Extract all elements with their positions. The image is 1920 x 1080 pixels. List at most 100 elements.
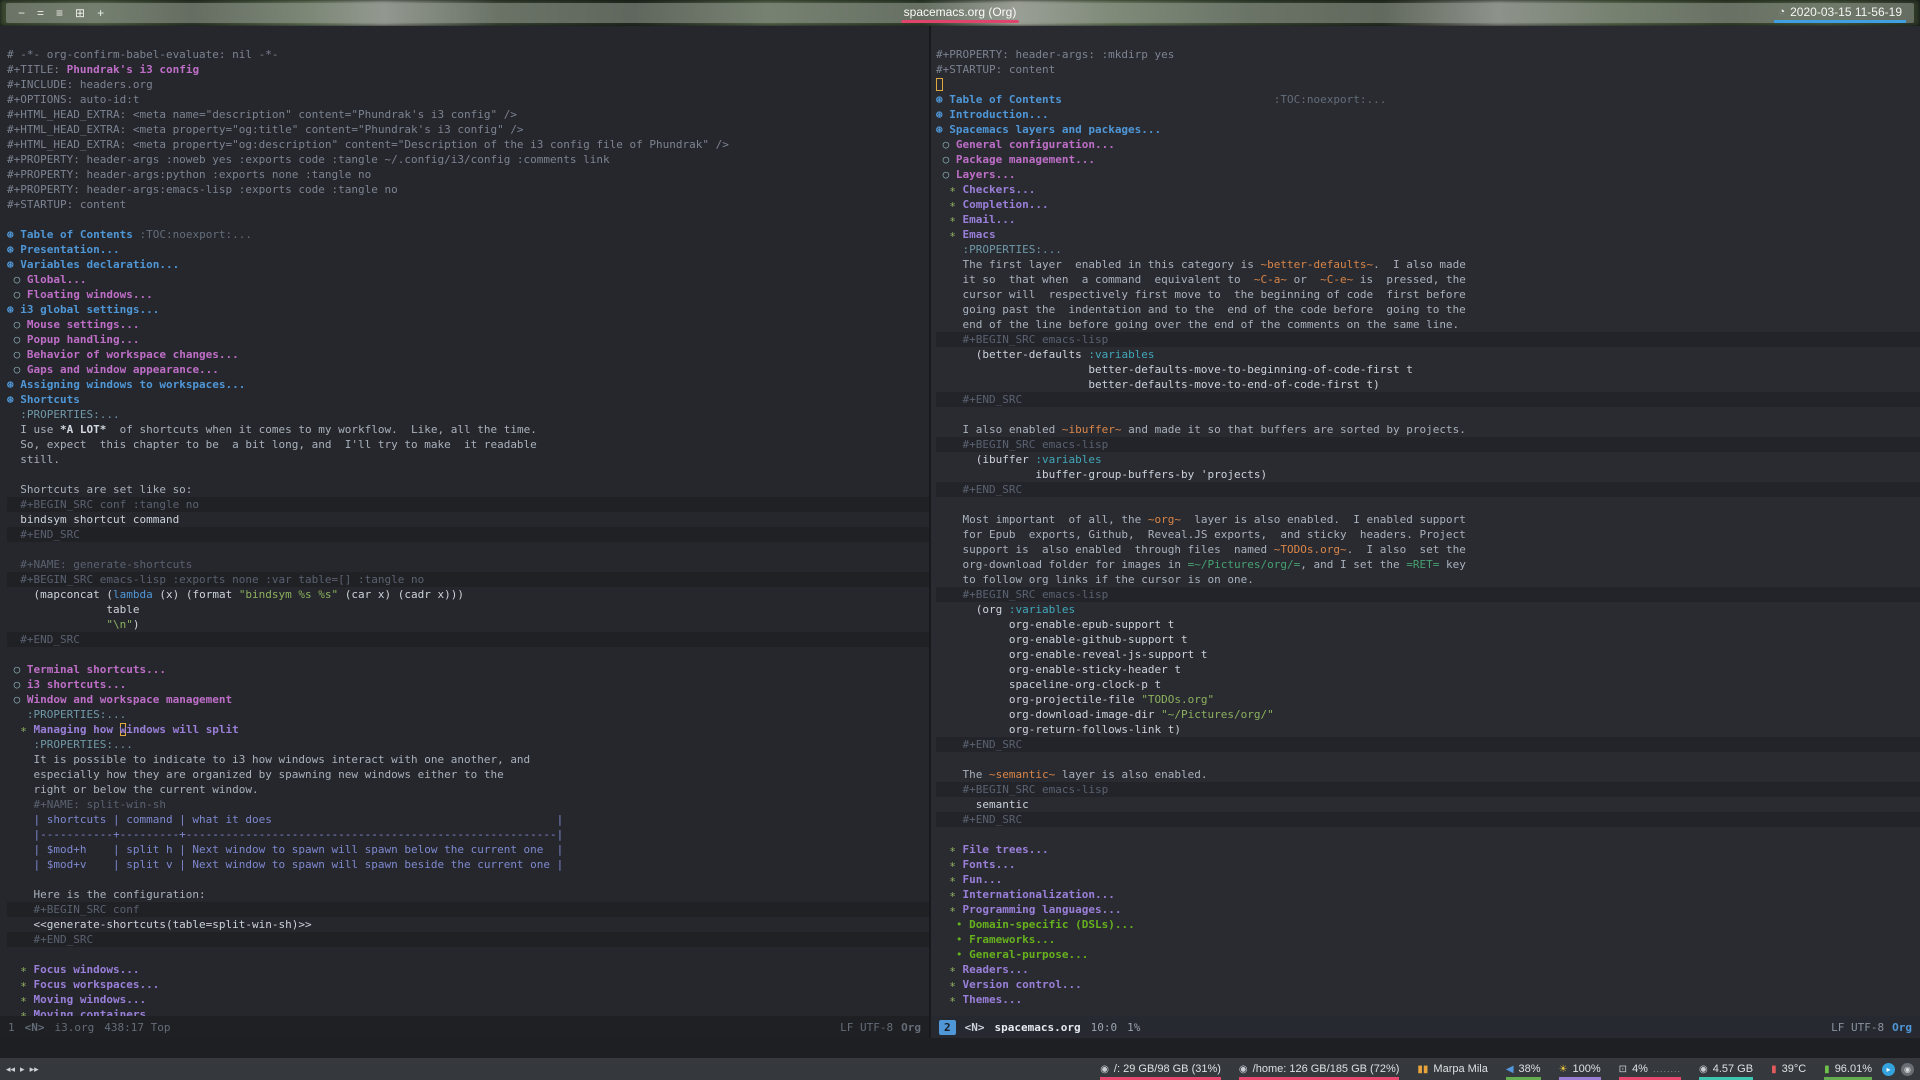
editor-line: Most important of all, the ~org~ layer i…: [936, 513, 1466, 526]
music-equalizer-icon: ▮▮: [1417, 1063, 1429, 1075]
editor-line: org-projectile-file "TODOs.org": [936, 693, 1215, 706]
volume-module[interactable]: ◀ 38%: [1505, 1058, 1541, 1080]
disk-home-module-text: /home: 126 GB/185 GB (72%): [1252, 1063, 1400, 1075]
editor-line: (better-defaults :variables: [936, 348, 1155, 361]
restore-icon[interactable]: =: [37, 3, 44, 23]
editor-line: #+BEGIN_SRC conf :tangle no: [7, 497, 929, 512]
menu-icon[interactable]: ≡: [56, 3, 63, 23]
editor-line: #+STARTUP: content: [7, 198, 127, 211]
left-window[interactable]: # -*- org-confirm-babel-evaluate: nil -*…: [0, 26, 931, 1038]
editor-line: ○ Gaps and window appearance...: [7, 363, 219, 376]
cursor-position: 10:0: [1090, 1020, 1118, 1034]
editor-line: ∗ Emacs: [936, 228, 996, 241]
top-panel-bar: − = ≡ ⊞ + spacemacs.org (Org) ◔ 2020-03-15 1…: [6, 3, 1914, 23]
editor-line: ∗ Completion...: [936, 198, 1049, 211]
cpu-module[interactable]: ⊡ 4%........: [1618, 1058, 1681, 1080]
editor-line: :PROPERTIES:...: [7, 738, 133, 751]
disk-home-module[interactable]: ◉ /home: 126 GB/185 GB (72%): [1238, 1058, 1400, 1080]
cpu-monitor-icon: ⊡: [1618, 1063, 1628, 1075]
editor-line: <<generate-shortcuts(table=split-win-sh)…: [7, 918, 312, 931]
editor-line: ○ Terminal shortcuts...: [7, 663, 166, 676]
disk-icon: ◉: [1100, 1063, 1109, 1075]
editor-line: ⊛ Shortcuts: [7, 393, 80, 406]
editor-line: still.: [7, 453, 60, 466]
disk-root-module-text: /: 29 GB/98 GB (31%): [1113, 1063, 1221, 1075]
editor-line: #+NAME: generate-shortcuts: [7, 558, 193, 571]
memory-module[interactable]: ◉ 4.57 GB: [1698, 1058, 1754, 1080]
right-window[interactable]: #+PROPERTY: header-args: :mkdirp yes #+ST…: [931, 26, 1920, 1038]
editor-line: support is also enabled through files na…: [936, 543, 1466, 556]
editor-line: right or below the current window.: [7, 783, 259, 796]
memory-module-text: 4.57 GB: [1712, 1063, 1754, 1075]
layout-grid-icon[interactable]: ⊞: [75, 3, 85, 23]
status-modules: ◉ /: 29 GB/98 GB (31%) ◉ /home: 126 GB/185 …: [1100, 1058, 1872, 1080]
media-play-button[interactable]: ▸: [20, 1064, 25, 1075]
speaker-icon: ◀: [1505, 1063, 1514, 1075]
editor-line: #+HTML_HEAD_EXTRA: <meta property="og:de…: [7, 138, 729, 151]
editor-line: ○ Window and workspace management: [7, 693, 233, 706]
disk-root-module[interactable]: ◉ /: 29 GB/98 GB (31%): [1100, 1058, 1221, 1080]
now-playing-module[interactable]: ▮▮ Marpa Mila: [1417, 1058, 1487, 1080]
right-modeline: 2 <N> spacemacs.org 10:0 1% LF UTF-8 Org: [931, 1016, 1920, 1038]
editor-line: ∗ Focus workspaces...: [7, 978, 160, 991]
minimize-icon[interactable]: −: [18, 3, 25, 23]
editor-line: #+BEGIN_SRC emacs-lisp: [936, 782, 1920, 797]
editor-line: #+HTML_HEAD_EXTRA: <meta property="og:ti…: [7, 123, 524, 136]
editor-line: :PROPERTIES:...: [7, 708, 127, 721]
editor-line: #+TITLE: Phundrak's i3 config: [7, 63, 200, 76]
battery-icon: ▮: [1824, 1063, 1830, 1075]
editor-line: #+END_SRC: [936, 737, 1920, 752]
media-prev-button[interactable]: ◂◂: [6, 1064, 15, 1075]
evil-state-indicator: <N>: [964, 1020, 985, 1034]
left-buffer-text[interactable]: # -*- org-confirm-babel-evaluate: nil -*…: [0, 26, 929, 1016]
editor-line: ∗ Email...: [936, 213, 1016, 226]
encoding-indicator: LF UTF-8: [840, 1020, 894, 1034]
editor-line: ⊛ Introduction...: [936, 108, 1049, 121]
cpu-module-sparkline: ........: [1652, 1064, 1681, 1074]
editor-line: I use *A LOT* of shortcuts when it comes…: [7, 423, 537, 436]
editor-line: Here is the configuration:: [7, 888, 206, 901]
editor-line: #+PROPERTY: header-args:emacs-lisp :expo…: [7, 183, 398, 196]
editor-line: for Epub exports, Github, Reveal.JS expo…: [936, 528, 1466, 541]
editor-line: going past the indentation and to the en…: [936, 303, 1466, 316]
editor-line: #+BEGIN_SRC emacs-lisp: [936, 332, 1920, 347]
editor-line: ∗ File trees...: [936, 843, 1049, 856]
editor-line: end of the line before going over the en…: [936, 318, 1460, 331]
top-panel: − = ≡ ⊞ + spacemacs.org (Org) ◔ 2020-03-15 1…: [0, 0, 1920, 26]
media-controls: ◂◂ ▸ ▸▸: [6, 1064, 39, 1075]
editor-line: #+HTML_HEAD_EXTRA: <meta name="descripti…: [7, 108, 517, 121]
editor-line: "\n"): [106, 618, 140, 631]
editor-line: ⊛ Variables declaration...: [7, 258, 180, 271]
right-buffer-text[interactable]: #+PROPERTY: header-args: :mkdirp yes #+ST…: [931, 26, 1920, 1016]
tray-icon-mouse[interactable]: ◉: [1901, 1062, 1914, 1076]
media-next-button[interactable]: ▸▸: [30, 1064, 39, 1075]
editor-line: #+BEGIN_SRC conf: [7, 902, 929, 917]
editor-line: ∗ Checkers...: [936, 183, 1036, 196]
editor-line: org-enable-github-support t: [936, 633, 1188, 646]
editor-line: :PROPERTIES:...: [936, 243, 1062, 256]
editor-line: table: [7, 603, 140, 616]
brightness-module[interactable]: ☀ 100%: [1558, 1058, 1601, 1080]
battery-module[interactable]: ▮ 96.01%: [1824, 1058, 1872, 1080]
editor-line: ∗ Moving containers: [7, 1008, 147, 1016]
editor-line: #+BEGIN_SRC emacs-lisp: [936, 437, 1920, 452]
editor-line: I also enabled ~ibuffer~ and made it so …: [936, 423, 1466, 436]
add-icon[interactable]: +: [97, 3, 104, 23]
editor-line: org-download-image-dir "~/Pictures/org/": [936, 708, 1274, 721]
major-mode-indicator: Org: [1892, 1020, 1912, 1034]
tray-icon-telegram[interactable]: ▸: [1882, 1062, 1895, 1076]
battery-module-text: 96.01%: [1834, 1063, 1872, 1075]
clock-module[interactable]: ◔ 2020-03-15 11-56-19: [1774, 3, 1906, 23]
editor-line: # -*- org-confirm-babel-evaluate: nil -*…: [7, 48, 279, 61]
editor-line: ○ Behavior of workspace changes...: [7, 348, 239, 361]
editor-line: | shortcuts | command | what it does |: [7, 813, 564, 826]
temperature-module[interactable]: ▮ 39°C: [1771, 1058, 1806, 1080]
temperature-module-text: 39°C: [1781, 1063, 1807, 1075]
buffer-name: i3.org: [54, 1020, 95, 1034]
